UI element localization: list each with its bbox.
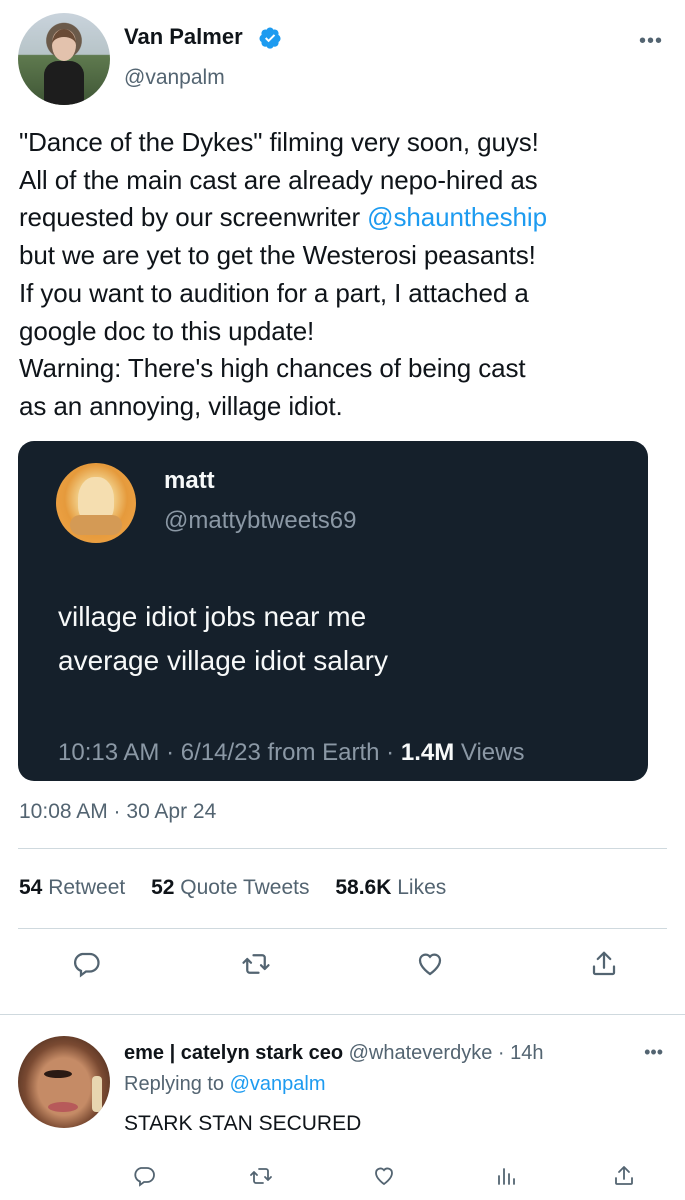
author-avatar[interactable]: [18, 13, 110, 105]
reply-icon: [134, 1167, 155, 1187]
author-name[interactable]: Van Palmer: [124, 24, 243, 50]
like-button[interactable]: [410, 944, 450, 984]
embedded-views-count: 1.4M: [400, 739, 455, 766]
quotes-count: 52: [151, 876, 175, 899]
reply-avatar[interactable]: [18, 1036, 110, 1128]
retweet-icon: [250, 1168, 272, 1184]
retweets-stat[interactable]: 54 Retweet: [19, 876, 125, 899]
tweet-text-line: Warning: There's high chances of being c…: [19, 353, 526, 384]
analytics-icon: [498, 1168, 515, 1185]
tweet-text-line: If you want to audition for a part, I at…: [19, 277, 529, 308]
mention-link[interactable]: @shauntheship: [367, 202, 547, 232]
reply-header: eme | catelyn stark ceo @whateverdyke · …: [124, 1042, 543, 1065]
tweet-text-line: "Dance of the Dykes" filming very soon, …: [19, 127, 539, 157]
share-button[interactable]: [584, 944, 624, 984]
likes-stat[interactable]: 58.6K Likes: [335, 876, 446, 899]
heart-icon: [375, 1167, 393, 1186]
reply-retweet-button[interactable]: [241, 1156, 281, 1196]
replying-to-mention[interactable]: @vanpalm: [230, 1073, 326, 1095]
tweet-timestamp[interactable]: 10:08 AM · 30 Apr 24: [19, 800, 216, 824]
share-icon: [615, 1166, 633, 1185]
retweet-button[interactable]: [236, 944, 276, 984]
quotes-label: Quote Tweets: [180, 876, 310, 899]
verified-badge-icon: [259, 27, 281, 49]
tweet-text-line: but we are yet to get the Westerosi peas…: [19, 240, 536, 271]
retweet-icon: [242, 954, 270, 974]
retweets-count: 54: [19, 876, 43, 899]
reply-analytics-button[interactable]: [486, 1156, 526, 1196]
embedded-views-label: Views: [454, 739, 525, 766]
reply-button[interactable]: [66, 944, 106, 984]
retweets-label: Retweet: [48, 876, 126, 899]
reply-share-button[interactable]: [604, 1156, 644, 1196]
tweet-text-line: google doc to this update!: [19, 315, 315, 346]
reply-author-name[interactable]: eme | catelyn stark ceo: [124, 1042, 343, 1064]
reply-like-button[interactable]: [364, 1156, 404, 1196]
tweet-text-line: as an annoying, village idiot.: [19, 390, 343, 421]
reply-reply-button[interactable]: [124, 1156, 164, 1196]
tweet-text: "Dance of the Dykes" filming very soon, …: [19, 124, 679, 426]
divider: [0, 1014, 685, 1015]
embedded-author-handle: @mattybtweets69: [164, 507, 357, 534]
divider: [18, 928, 667, 929]
reply-time[interactable]: · 14h: [492, 1042, 544, 1064]
quotes-stat[interactable]: 52 Quote Tweets: [151, 876, 309, 899]
embedded-time: 10:13 AM · 6/14/23 from Earth ·: [58, 739, 401, 766]
likes-count: 58.6K: [335, 876, 392, 899]
embedded-author-name: matt: [164, 467, 215, 494]
replying-to-label: Replying to: [124, 1073, 230, 1095]
tweet-text-line: requested by our screenwriter: [19, 202, 368, 233]
likes-label: Likes: [397, 876, 447, 899]
reply-text: STARK STAN SECURED: [124, 1112, 362, 1135]
tweet-stats: 54 Retweet 52 Quote Tweets 58.6K Likes: [19, 876, 446, 900]
reply-icon: [74, 952, 100, 978]
reply-author-handle[interactable]: @whateverdyke: [349, 1042, 493, 1064]
embedded-tweet-text: village idiot jobs near me average villa…: [58, 601, 388, 676]
embedded-tweet-image[interactable]: matt @mattybtweets69 village idiot jobs …: [18, 441, 648, 781]
share-icon: [592, 951, 616, 976]
embedded-avatar: [56, 463, 136, 543]
divider: [18, 848, 667, 849]
embedded-meta: 10:13 AM · 6/14/23 from Earth · 1.4M Vie…: [58, 739, 524, 767]
reply-more-dots-icon[interactable]: •••: [644, 1042, 663, 1063]
heart-icon: [418, 953, 442, 976]
more-dots-icon[interactable]: •••: [639, 30, 663, 53]
replying-to: Replying to @vanpalm: [124, 1073, 326, 1096]
tweet-actions: [0, 944, 685, 996]
author-handle[interactable]: @vanpalm: [124, 66, 225, 90]
tweet-text-line: All of the main cast are already nepo-hi…: [19, 164, 538, 195]
reply-actions: [0, 1156, 685, 1192]
